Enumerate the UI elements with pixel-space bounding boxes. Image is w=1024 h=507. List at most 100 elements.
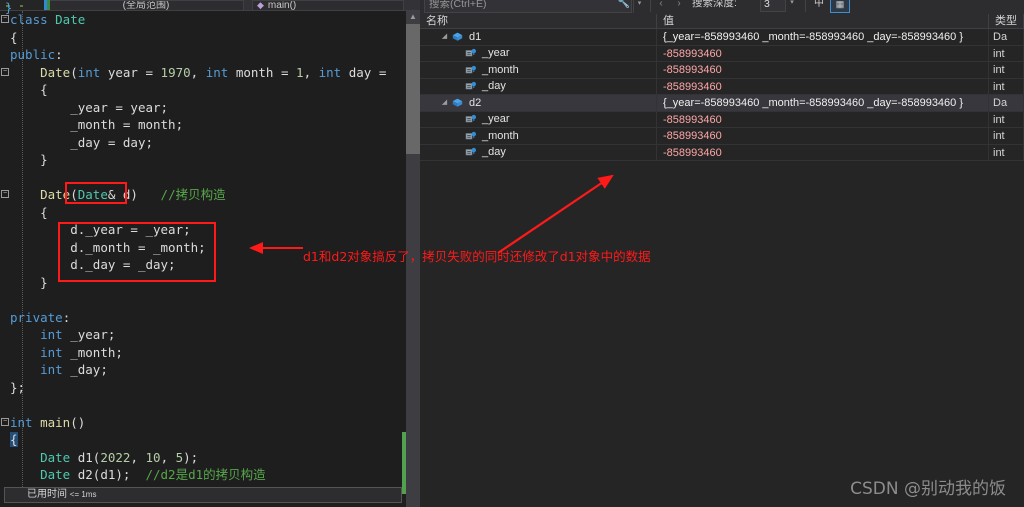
code-line: {	[10, 29, 18, 45]
grid-icon[interactable]: ▦	[830, 0, 850, 13]
code-line: int _month;	[40, 344, 123, 360]
table-row[interactable]: _day -858993460 int	[420, 78, 1024, 95]
chevron-up-icon[interactable]: ▲	[406, 11, 420, 23]
scope-dropdown-label: (全局范围)	[122, 0, 170, 11]
code-fold-toggle[interactable]: −	[1, 417, 9, 426]
column-header-value[interactable]: 值	[657, 14, 989, 28]
field-icon	[464, 48, 477, 58]
variable-value[interactable]: -858993460	[657, 62, 989, 78]
code-line: Date d1(2022, 10, 5);	[40, 449, 199, 465]
code-fold-toggle[interactable]: −	[1, 15, 9, 23]
code-line: int _year;	[40, 327, 116, 342]
saved-change-marker	[402, 432, 406, 494]
variable-name: _day	[482, 80, 506, 93]
chevron-right-icon[interactable]: ›	[671, 0, 687, 13]
search-placeholder: 搜索(Ctrl+E)	[429, 0, 487, 10]
chevron-down-icon[interactable]: ▾	[633, 0, 645, 13]
code-fold-toggle[interactable]: −	[1, 67, 9, 76]
field-icon	[464, 114, 477, 124]
scrollbar-thumb[interactable]	[406, 24, 420, 154]
variable-value[interactable]: {_year=-858993460 _month=-858993460 _day…	[657, 29, 989, 45]
code-line: {	[40, 204, 48, 220]
nav-green-bar	[47, 0, 50, 10]
closing-brace-glyph: }	[5, 1, 13, 15]
variable-type: int	[989, 62, 1024, 78]
variable-value[interactable]: -858993460	[657, 128, 989, 144]
function-dropdown-label: main()	[267, 0, 297, 11]
watch-toolbar: 搜索(Ctrl+E) 🔧 ▾ ‹ › 搜索深度: 3 ▾ 中 ▦	[420, 0, 1024, 14]
column-header-type[interactable]: 类型	[989, 14, 1024, 28]
code-line: private:	[10, 309, 71, 325]
code-line: }	[40, 274, 48, 290]
elapsed-time-value: <= 1ms	[69, 490, 97, 499]
chevron-left-icon[interactable]: ‹	[653, 0, 669, 13]
language-toggle-button[interactable]: 中	[810, 0, 828, 13]
variable-type: Da	[989, 95, 1024, 111]
table-row[interactable]: _day -858993460 int	[420, 144, 1024, 161]
variable-type: int	[989, 111, 1024, 127]
variable-name: _month	[482, 63, 519, 76]
left-arrow-icon	[249, 242, 303, 254]
code-line: };	[10, 379, 26, 395]
search-wrench-icon[interactable]: 🔧	[616, 0, 632, 13]
editor-glyph-margin[interactable]: − − − −	[0, 11, 10, 489]
variable-value[interactable]: -858993460	[657, 111, 989, 127]
object-icon	[451, 98, 464, 108]
elapsed-time-status: 已用时间 <= 1ms	[4, 487, 402, 503]
expand-collapse-icon[interactable]: ◢	[438, 95, 451, 111]
variable-type: int	[989, 128, 1024, 144]
table-row[interactable]: _month -858993460 int	[420, 128, 1024, 145]
variable-value[interactable]: {_year=-858993460 _month=-858993460 _day…	[657, 95, 989, 111]
variable-name: d1	[469, 30, 482, 43]
function-dropdown[interactable]: ◆ main()	[252, 0, 404, 11]
code-line: _day = day;	[70, 134, 154, 150]
variable-type: Da	[989, 29, 1024, 45]
code-line: {	[40, 82, 48, 97]
editor-navigation-bar: (全局范围) ◆ main()	[0, 0, 420, 11]
app-window: (全局范围) ◆ main() − − − − class Date{public: …	[0, 0, 1024, 507]
scope-dropdown[interactable]: (全局范围)	[48, 0, 244, 11]
code-line: }	[40, 152, 48, 167]
search-depth-input[interactable]: 3	[760, 0, 786, 12]
code-line: class Date	[10, 12, 86, 27]
table-row[interactable]: _year -858993460 int	[420, 111, 1024, 128]
variable-value[interactable]: -858993460	[657, 45, 989, 61]
code-line: Date(int year = 1970, int month = 1, int…	[40, 64, 387, 80]
field-icon	[464, 147, 477, 157]
variable-type: int	[989, 78, 1024, 94]
toolbar-separator	[805, 0, 806, 12]
field-icon	[464, 81, 477, 91]
expand-collapse-icon[interactable]: ◢	[438, 29, 451, 45]
variable-name: _day	[482, 146, 506, 159]
variable-name: _year	[482, 47, 510, 60]
table-row[interactable]: ◢ d2 {_year=-858993460 _month=-858993460 _…	[420, 95, 1024, 112]
variable-value[interactable]: -858993460	[657, 144, 989, 160]
method-icon: ◆	[257, 0, 264, 10]
field-icon	[464, 131, 477, 141]
chevron-down-icon[interactable]: ▾	[786, 0, 798, 12]
toolbar-separator	[650, 0, 651, 12]
variable-name: _month	[482, 129, 519, 142]
watch-table-body: ◢ d1 {_year=-858993460 _month=-858993460 _…	[420, 29, 1024, 161]
table-row[interactable]: _year -858993460 int	[420, 45, 1024, 62]
code-line: d._year = _year;	[70, 222, 191, 237]
object-icon	[451, 32, 464, 42]
watch-table-header: 名称 值 类型	[420, 14, 1024, 29]
table-row[interactable]: ◢ d1 {_year=-858993460 _month=-858993460 _…	[420, 29, 1024, 46]
column-header-name[interactable]: 名称	[420, 14, 657, 28]
variable-value[interactable]: -858993460	[657, 78, 989, 94]
variable-type: int	[989, 144, 1024, 160]
table-row[interactable]: _month -858993460 int	[420, 62, 1024, 79]
nav-tick-mark	[20, 4, 23, 7]
annotation-text: d1和d2对象搞反了，拷贝失败的同时还修改了d1对象中的数据	[303, 249, 651, 264]
code-line: _year = year;	[70, 99, 169, 115]
variable-name: _year	[482, 113, 510, 126]
code-line: {	[10, 432, 18, 447]
field-icon	[464, 65, 477, 75]
code-fold-toggle[interactable]: −	[1, 190, 9, 198]
search-input[interactable]: 搜索(Ctrl+E)	[424, 0, 632, 13]
code-line: Date(Date& d) //拷贝构造	[40, 187, 226, 202]
variable-type: int	[989, 45, 1024, 61]
